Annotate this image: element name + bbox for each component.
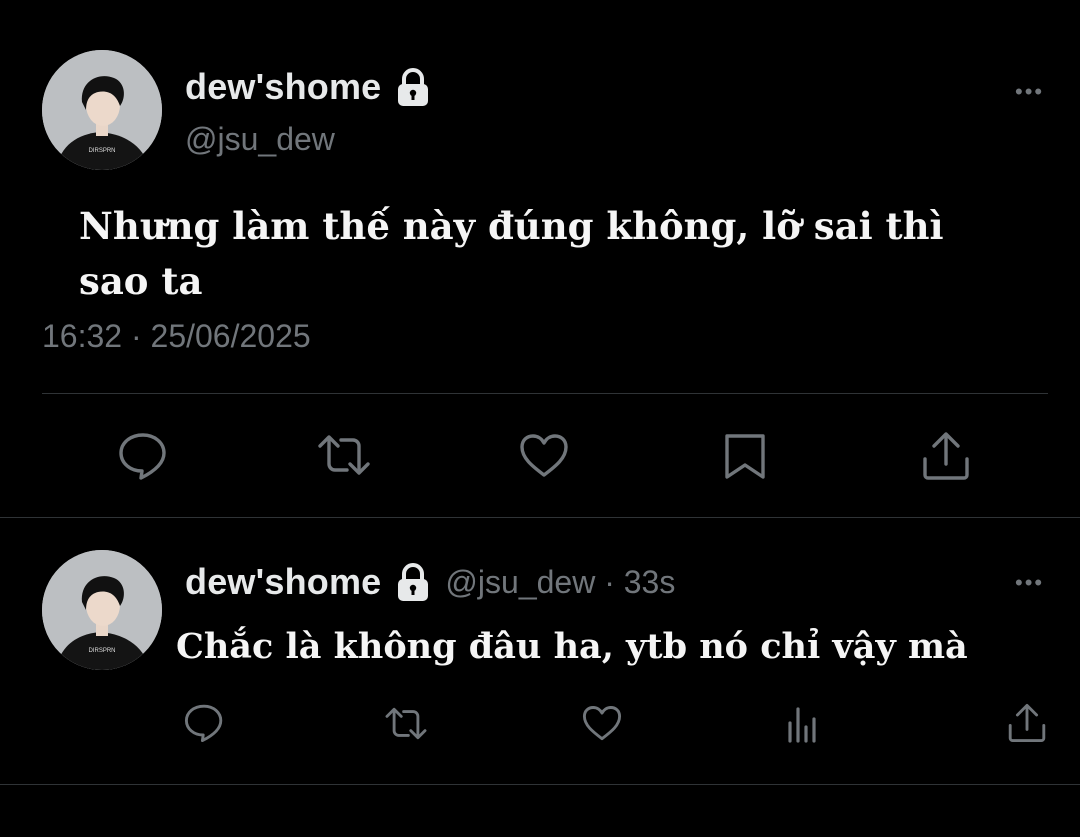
tweet-text-line2: sao ta — [79, 259, 203, 303]
reply-text: Chắc là không đâu ha, ytb nó chỉ vậy mà — [176, 626, 968, 667]
svg-text:DIRSPRN: DIRSPRN — [88, 148, 115, 154]
more-options-button[interactable]: ••• — [1015, 572, 1044, 594]
lock-icon — [395, 67, 431, 107]
section-divider — [0, 517, 1080, 518]
divider — [42, 393, 1048, 394]
reply-icon[interactable] — [118, 431, 168, 481]
lock-icon — [395, 562, 431, 602]
bookmark-icon[interactable] — [723, 432, 767, 480]
display-name[interactable]: dew'shome — [185, 561, 381, 603]
user-handle[interactable]: @jsu_dew — [185, 121, 335, 158]
avatar[interactable]: DIRSPRN — [42, 550, 162, 670]
divider — [0, 784, 1080, 785]
reply-icon[interactable] — [184, 703, 224, 743]
handle-and-time[interactable]: @jsu_dew · 33s — [445, 564, 675, 601]
svg-text:DIRSPRN: DIRSPRN — [88, 648, 115, 654]
like-icon[interactable] — [519, 433, 569, 479]
share-icon[interactable] — [921, 431, 971, 481]
display-name[interactable]: dew'shome — [185, 66, 381, 108]
retweet-icon[interactable] — [315, 432, 373, 478]
like-icon[interactable] — [582, 705, 622, 742]
tweet-text-line1: Nhưng làm thế này đúng không, lỡ sai thì — [79, 204, 944, 248]
retweet-icon[interactable] — [383, 705, 429, 742]
views-icon[interactable] — [786, 705, 820, 743]
share-icon[interactable] — [1007, 703, 1047, 743]
more-options-button[interactable]: ••• — [1015, 81, 1044, 103]
tweet-timestamp[interactable]: 16:32 · 25/06/2025 — [42, 318, 311, 355]
avatar[interactable]: DIRSPRN — [42, 50, 162, 170]
